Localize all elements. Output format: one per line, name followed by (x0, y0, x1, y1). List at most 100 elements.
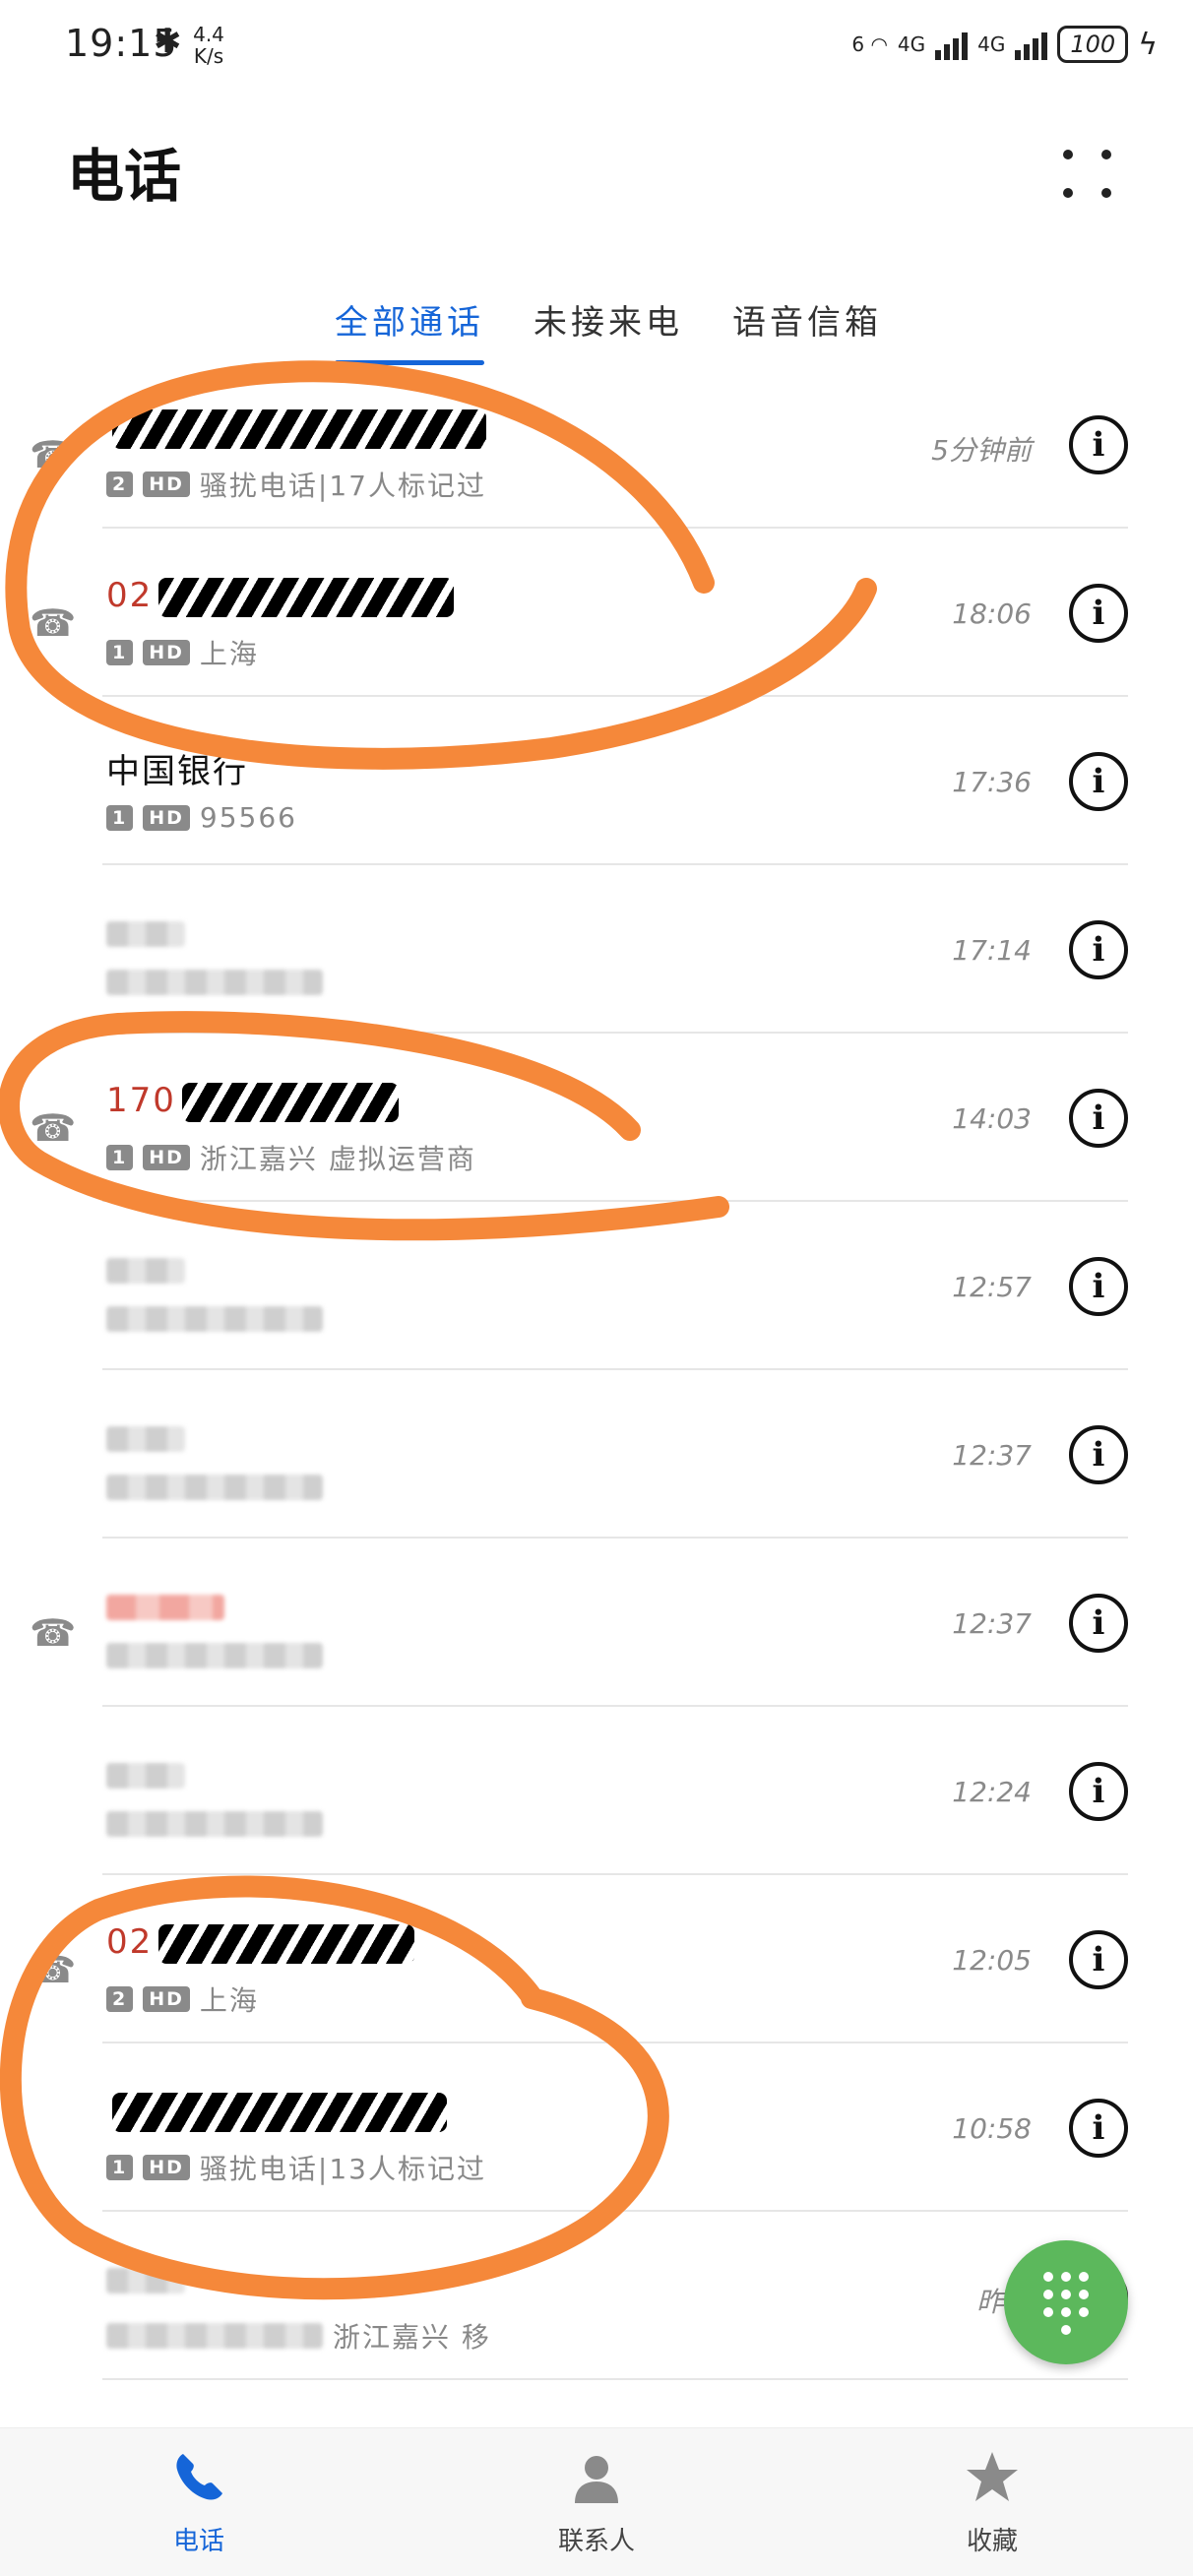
info-icon[interactable]: i (1069, 1257, 1128, 1316)
call-list: ☎ 2 HD 骚扰电话|17人标记过 5分钟前 i ☎ 02 1 HD 上海 18:06 i 中国银行 1 H… (0, 360, 1193, 2380)
caller-name-text: 中国银行 (106, 752, 248, 791)
redacted-number (112, 408, 486, 449)
caller-name (106, 912, 185, 952)
nav-contacts[interactable]: 联系人 (498, 2448, 695, 2557)
blurred-detail (106, 1811, 323, 1837)
call-time: 12:37 (952, 1439, 1032, 1472)
caller-name-text: 02 (106, 576, 154, 615)
call-row[interactable]: 12:57 i (0, 1202, 1193, 1370)
blurred-detail (106, 1306, 323, 1332)
caller-name: 02 (106, 1922, 415, 1964)
status-right: 6 ◠ 4G 4G 100 ϟ (851, 26, 1158, 63)
page-title: 电话 (67, 143, 182, 210)
hd-badge: HD (143, 471, 190, 497)
contact-icon (575, 2456, 618, 2503)
signal-icon (1015, 29, 1048, 60)
call-subtitle: 2 HD 骚扰电话|17人标记过 (106, 465, 486, 504)
nav-phone[interactable]: 电话 (100, 2448, 297, 2557)
caller-name (106, 1249, 185, 1288)
call-row[interactable]: ☎ 12:37 i (0, 1539, 1193, 1707)
caller-name: 中国银行 (106, 744, 248, 792)
call-subtitle (106, 1643, 333, 1668)
tab-voicemail[interactable]: 语音信箱 (732, 295, 882, 344)
blurred-name (106, 1257, 185, 1284)
call-subtitle: 1 HD 95566 (106, 801, 297, 834)
call-detail: 骚扰电话|17人标记过 (199, 470, 486, 502)
info-icon[interactable]: i (1069, 1762, 1128, 1821)
call-time: 12:24 (952, 1776, 1032, 1808)
blurred-detail (106, 1475, 323, 1500)
call-subtitle: 1 HD 骚扰电话|13人标记过 (106, 2148, 486, 2187)
call-subtitle: 2 HD 上海 (106, 1979, 259, 2019)
wifi-icon: 6 ◠ (851, 32, 888, 56)
redacted-number (158, 1923, 415, 1964)
call-row[interactable]: ☎ 2 HD 骚扰电话|17人标记过 5分钟前 i (0, 360, 1193, 529)
call-row[interactable]: ☎ 02 2 HD 上海 12:05 i (0, 1875, 1193, 2043)
call-time: 14:03 (952, 1102, 1032, 1135)
info-icon[interactable]: i (1069, 752, 1128, 811)
caller-name-text: 170 (106, 1081, 176, 1120)
redacted-number (158, 577, 455, 617)
call-detail: 浙江嘉兴 移 (333, 2321, 491, 2354)
status-bar: 19:15 ✱ 4.4 K/s 6 ◠ 4G 4G 100 ϟ (0, 0, 1193, 89)
info-icon[interactable]: i (1069, 1089, 1128, 1148)
call-row[interactable]: 1 HD 骚扰电话|13人标记过 10:58 i (0, 2043, 1193, 2212)
call-row[interactable]: 17:14 i (0, 865, 1193, 1034)
info-icon[interactable]: i (1069, 1425, 1128, 1484)
call-subtitle: 1 HD 浙江嘉兴 虚拟运营商 (106, 1138, 476, 1177)
call-time: 17:36 (952, 766, 1032, 798)
call-row[interactable]: 中国银行 1 HD 95566 17:36 i (0, 697, 1193, 865)
info-icon[interactable]: i (1069, 2099, 1128, 2158)
call-time: 5分钟前 (931, 434, 1032, 467)
call-time: 10:58 (952, 2112, 1032, 2145)
hd-badge: HD (143, 1986, 190, 2012)
bottom-nav: 电话 联系人 收藏 (0, 2427, 1193, 2576)
call-subtitle (106, 1306, 333, 1332)
tab-bar: 全部通话 未接来电 语音信箱 (335, 295, 882, 365)
call-row[interactable]: ☎ 170 1 HD 浙江嘉兴 虚拟运营商 14:03 i (0, 1034, 1193, 1202)
bluetooth-icon: ✱ (154, 22, 182, 61)
dialpad-button[interactable] (1004, 2240, 1128, 2364)
sim-badge: 1 (106, 2155, 134, 2180)
wifi-label: 6 (851, 32, 865, 56)
tab-all-calls[interactable]: 全部通话 (335, 295, 484, 365)
call-row[interactable]: 12:24 i (0, 1707, 1193, 1875)
caller-name-text: 02 (106, 1922, 154, 1962)
charging-icon: ϟ (1138, 27, 1158, 62)
hd-badge: HD (143, 640, 190, 665)
blurred-detail (106, 2323, 323, 2349)
sim-badge: 1 (106, 804, 134, 831)
missed-call-icon: ☎ (30, 601, 77, 645)
info-icon[interactable]: i (1069, 415, 1128, 474)
info-icon[interactable]: i (1069, 1930, 1128, 1989)
sim-badge: 2 (106, 1986, 134, 2012)
info-icon[interactable]: i (1069, 920, 1128, 979)
call-subtitle (106, 970, 333, 995)
call-row[interactable]: ☎ 02 1 HD 上海 18:06 i (0, 529, 1193, 697)
missed-call-icon: ☎ (30, 1611, 77, 1655)
more-menu-icon[interactable] (1063, 150, 1122, 209)
info-icon[interactable]: i (1069, 584, 1128, 643)
blurred-name (106, 920, 185, 947)
redacted-number (112, 2092, 447, 2132)
call-subtitle: 浙江嘉兴 移 (106, 2316, 491, 2356)
dialpad-icon (1043, 2272, 1089, 2335)
phone-icon (176, 2454, 222, 2500)
call-detail: 上海 (199, 638, 259, 670)
caller-name (106, 2259, 185, 2298)
info-icon[interactable]: i (1069, 1594, 1128, 1653)
missed-call-icon: ☎ (30, 1948, 77, 1991)
call-row[interactable]: 12:37 i (0, 1370, 1193, 1539)
caller-name (106, 1586, 224, 1625)
nav-favorites[interactable]: 收藏 (894, 2448, 1091, 2557)
call-time: 12:57 (952, 1271, 1032, 1303)
blurred-name (106, 2267, 185, 2293)
battery-indicator: 100 (1057, 26, 1129, 63)
hd-badge: HD (143, 1145, 190, 1170)
blurred-name (106, 1594, 224, 1620)
caller-name (106, 1417, 185, 1457)
network-speed: 4.4 K/s (193, 23, 224, 68)
tab-missed-calls[interactable]: 未接来电 (534, 295, 683, 344)
blurred-detail (106, 1643, 323, 1668)
sim2-label: 4G (977, 32, 1006, 56)
